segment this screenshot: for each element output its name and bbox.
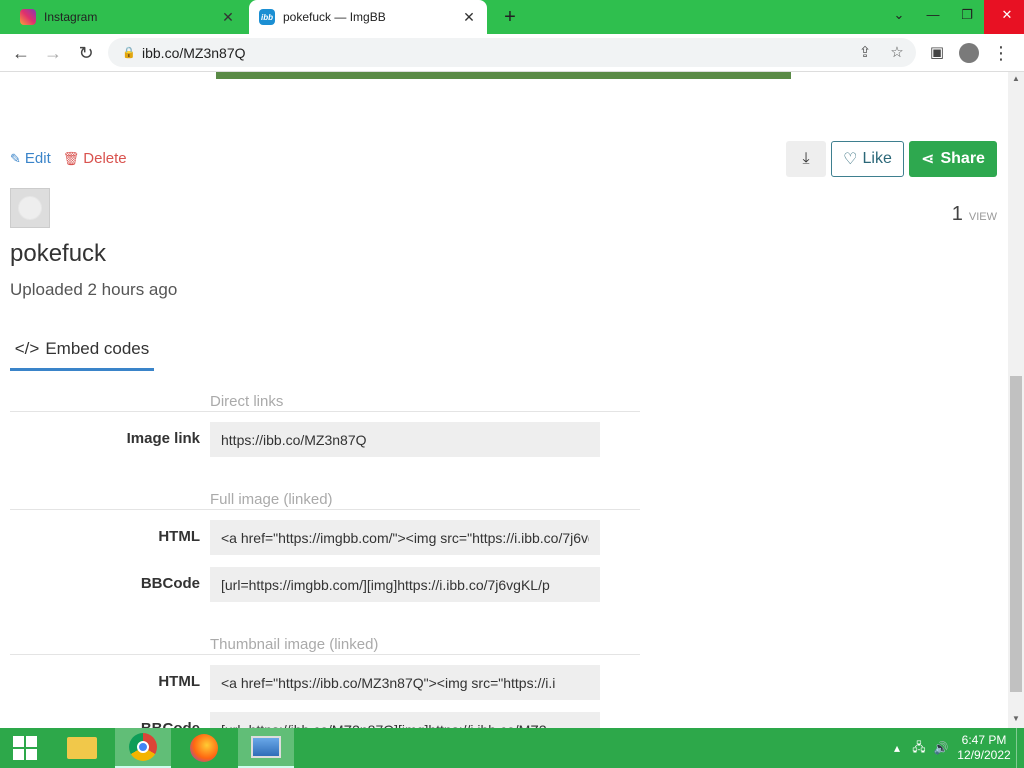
field-label: HTML <box>158 528 200 545</box>
clock-time: 6:47 PM <box>961 733 1007 747</box>
url-text: ibb.co/MZ3n87Q <box>142 44 246 61</box>
download-button[interactable]: ⤓ <box>786 141 826 177</box>
uploader-avatar[interactable] <box>10 188 50 228</box>
chrome-icon <box>129 733 157 761</box>
field-label: HTML <box>158 673 200 690</box>
profile-icon[interactable] <box>956 40 982 66</box>
reload-icon[interactable]: ↻ <box>73 40 99 66</box>
tab-title: pokefuck — ImgBB <box>283 10 386 24</box>
firefox-taskbar-button[interactable] <box>176 728 232 768</box>
page-viewport: ✎ Edit 🗑 Delete ⤓ ♡ Like ⋖ Share 1 VIEW … <box>0 72 1008 728</box>
field-label: Image link <box>126 430 200 447</box>
code-icon: </> <box>14 338 40 358</box>
edit-link[interactable]: ✎ Edit <box>10 150 51 167</box>
field-label: BBCode <box>140 575 200 592</box>
new-tab-button[interactable]: + <box>498 4 522 30</box>
image-preview-edge <box>216 72 791 79</box>
close-tab-icon[interactable]: ✕ <box>220 9 236 26</box>
side-panel-icon[interactable]: ▣ <box>924 40 950 66</box>
imgbb-icon: ibb <box>259 9 275 25</box>
tab-title: Instagram <box>44 10 98 24</box>
divider <box>10 411 640 412</box>
divider <box>10 509 640 510</box>
lock-icon: 🔒 <box>122 47 136 59</box>
page-scrollbar[interactable]: ▲ ▼ <box>1008 72 1024 728</box>
tab-instagram[interactable]: Instagram ✕ <box>10 0 246 34</box>
volume-icon[interactable]: 🔊 <box>930 741 952 755</box>
start-button[interactable] <box>0 728 50 768</box>
view-label: VIEW <box>968 211 997 223</box>
windows-taskbar: ▴ 🖧 🔊 6:47 PM 12/9/2022 <box>0 728 1024 768</box>
tab-label: Embed codes <box>45 338 150 358</box>
delete-link[interactable]: 🗑 Delete <box>63 150 127 167</box>
browser-tab-strip: Instagram ✕ ibb pokefuck — ImgBB ✕ + ⌄ —… <box>0 0 1024 34</box>
network-icon[interactable]: 🖧 <box>908 738 930 759</box>
share-page-icon[interactable]: ⇪ <box>852 38 878 67</box>
like-label: Like <box>862 150 892 167</box>
view-counter: 1 VIEW <box>952 203 997 226</box>
firefox-icon <box>190 734 218 762</box>
folder-icon <box>67 737 97 759</box>
window-close-button[interactable]: ✕ <box>984 0 1024 34</box>
image-title: pokefuck <box>10 240 107 267</box>
clock-date: 12/9/2022 <box>957 748 1011 762</box>
close-tab-icon[interactable]: ✕ <box>461 9 477 26</box>
upload-time: Uploaded 2 hours ago <box>10 280 178 299</box>
section-heading: Thumbnail image (linked) <box>210 636 379 653</box>
file-explorer-button[interactable] <box>54 728 110 768</box>
tab-imgbb[interactable]: ibb pokefuck — ImgBB ✕ <box>249 0 487 34</box>
owner-actions: ✎ Edit 🗑 Delete <box>10 150 127 167</box>
clock[interactable]: 6:47 PM 12/9/2022 <box>952 733 1016 763</box>
download-icon: ⤓ <box>802 150 810 167</box>
chevron-up-icon[interactable]: ▴ <box>886 741 908 755</box>
heart-icon: ♡ <box>843 151 858 168</box>
view-count: 1 <box>951 203 963 225</box>
restore-button[interactable]: ❐ <box>950 0 984 34</box>
section-heading: Direct links <box>210 393 284 410</box>
scroll-down-icon[interactable]: ▼ <box>1008 714 1024 723</box>
trash-icon: 🗑 <box>62 150 80 166</box>
default-avatar-icon <box>18 196 42 220</box>
share-label: Share <box>940 150 985 167</box>
windows-logo-icon <box>13 736 37 760</box>
system-tray: ▴ 🖧 🔊 6:47 PM 12/9/2022 <box>886 728 1024 768</box>
browser-toolbar: ← → ↻ 🔒 ibb.co/MZ3n87Q ⇪ ☆ ▣ ⋮ <box>0 34 1024 72</box>
full-bbcode-field[interactable] <box>210 567 600 602</box>
thumb-bbcode-field[interactable] <box>210 712 600 728</box>
photo-viewer-icon <box>251 736 281 758</box>
forward-arrow-icon[interactable]: → <box>40 40 66 66</box>
delete-label: Delete <box>83 150 127 167</box>
field-label: BBCode <box>141 720 200 728</box>
show-desktop-button[interactable] <box>1016 728 1024 768</box>
edit-icon: ✎ <box>10 150 21 166</box>
scroll-thumb[interactable] <box>1010 376 1022 692</box>
image-link-field[interactable] <box>210 422 600 457</box>
chrome-taskbar-button[interactable] <box>115 728 171 768</box>
bookmark-star-icon[interactable]: ☆ <box>884 38 910 67</box>
scroll-up-icon[interactable]: ▲ <box>1008 74 1024 83</box>
tab-embed-codes[interactable]: </> Embed codes <box>10 329 154 371</box>
section-heading: Full image (linked) <box>210 491 333 508</box>
divider <box>10 654 640 655</box>
menu-kebab-icon[interactable]: ⋮ <box>988 40 1014 66</box>
share-icon: ⋖ <box>921 151 935 168</box>
edit-label: Edit <box>24 150 51 167</box>
back-arrow-icon[interactable]: ← <box>8 40 34 66</box>
like-button[interactable]: ♡ Like <box>831 141 904 177</box>
minimize-button[interactable]: — <box>916 0 950 34</box>
thumb-html-field[interactable] <box>210 665 600 700</box>
instagram-icon <box>20 9 36 25</box>
photos-taskbar-button[interactable] <box>238 728 294 768</box>
tab-search-icon[interactable]: ⌄ <box>882 0 916 34</box>
full-html-field[interactable] <box>210 520 600 555</box>
address-bar[interactable]: 🔒 ibb.co/MZ3n87Q ⇪ ☆ <box>108 38 916 67</box>
share-button[interactable]: ⋖ Share <box>909 141 997 177</box>
window-controls: ⌄ — ❐ ✕ <box>882 0 1024 34</box>
